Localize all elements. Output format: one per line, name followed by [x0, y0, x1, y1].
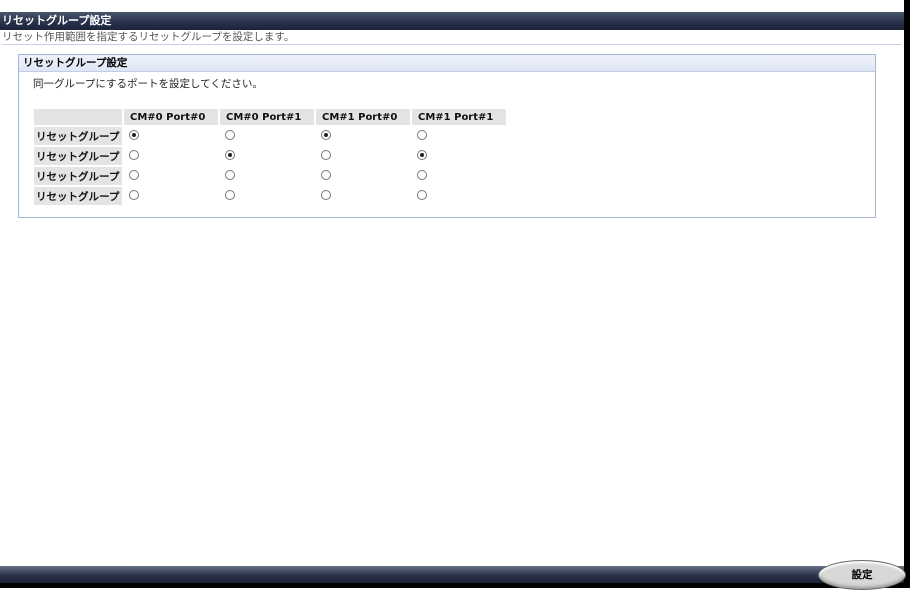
port-radio-button[interactable] [321, 169, 331, 180]
port-radio-button[interactable] [129, 149, 139, 160]
row-label: リセットグループ [34, 187, 122, 205]
panel-title: リセットグループ設定 [19, 55, 875, 72]
column-header: CM#1 Port#0 [314, 109, 410, 125]
reset-group-panel: リセットグループ設定 同一グループにするポートを設定してください。 CM#0 P… [18, 54, 876, 218]
radio-cell [410, 127, 506, 145]
column-header: CM#1 Port#1 [410, 109, 506, 125]
port-radio-button[interactable] [417, 169, 427, 180]
radio-cell [218, 127, 314, 145]
port-radio-button[interactable] [129, 129, 139, 140]
row-label: リセットグループ [34, 167, 122, 185]
radio-cell [314, 127, 410, 145]
port-radio-button[interactable] [321, 129, 331, 140]
table-corner-cell [34, 109, 122, 125]
table-row: リセットグループ [34, 187, 506, 205]
table-row: リセットグループ [34, 127, 506, 145]
radio-cell [218, 187, 314, 205]
radio-cell [218, 167, 314, 185]
radio-cell [314, 147, 410, 165]
port-radio-button[interactable] [417, 149, 427, 160]
port-radio-button[interactable] [129, 189, 139, 200]
row-label: リセットグループ [34, 127, 122, 145]
radio-cell [410, 167, 506, 185]
window-title: リセットグループ設定 [0, 12, 904, 30]
page-description: リセット作用範囲を指定するリセットグループを設定します。 [2, 30, 902, 45]
panel-instruction: 同一グループにするポートを設定してください。 [33, 78, 263, 90]
port-radio-button[interactable] [225, 149, 235, 160]
port-radio-button[interactable] [225, 169, 235, 180]
table-header-row: CM#0 Port#0 CM#0 Port#1 CM#1 Port#0 CM#1… [34, 109, 506, 125]
column-header: CM#0 Port#0 [122, 109, 218, 125]
port-radio-button[interactable] [417, 189, 427, 200]
radio-cell [122, 187, 218, 205]
radio-cell [122, 147, 218, 165]
reset-group-table: CM#0 Port#0 CM#0 Port#1 CM#1 Port#0 CM#1… [34, 107, 506, 207]
port-radio-button[interactable] [129, 169, 139, 180]
radio-cell [122, 127, 218, 145]
radio-cell [122, 167, 218, 185]
port-radio-button[interactable] [225, 189, 235, 200]
radio-cell [314, 167, 410, 185]
port-radio-button[interactable] [417, 129, 427, 140]
port-radio-button[interactable] [225, 129, 235, 140]
radio-cell [314, 187, 410, 205]
footer-bar [0, 566, 904, 583]
radio-cell [218, 147, 314, 165]
apply-button[interactable]: 設定 [818, 560, 906, 590]
table-row: リセットグループ [34, 167, 506, 185]
radio-cell [410, 187, 506, 205]
radio-cell [410, 147, 506, 165]
port-radio-button[interactable] [321, 189, 331, 200]
table-row: リセットグループ [34, 147, 506, 165]
column-header: CM#0 Port#1 [218, 109, 314, 125]
row-label: リセットグループ [34, 147, 122, 165]
port-radio-button[interactable] [321, 149, 331, 160]
